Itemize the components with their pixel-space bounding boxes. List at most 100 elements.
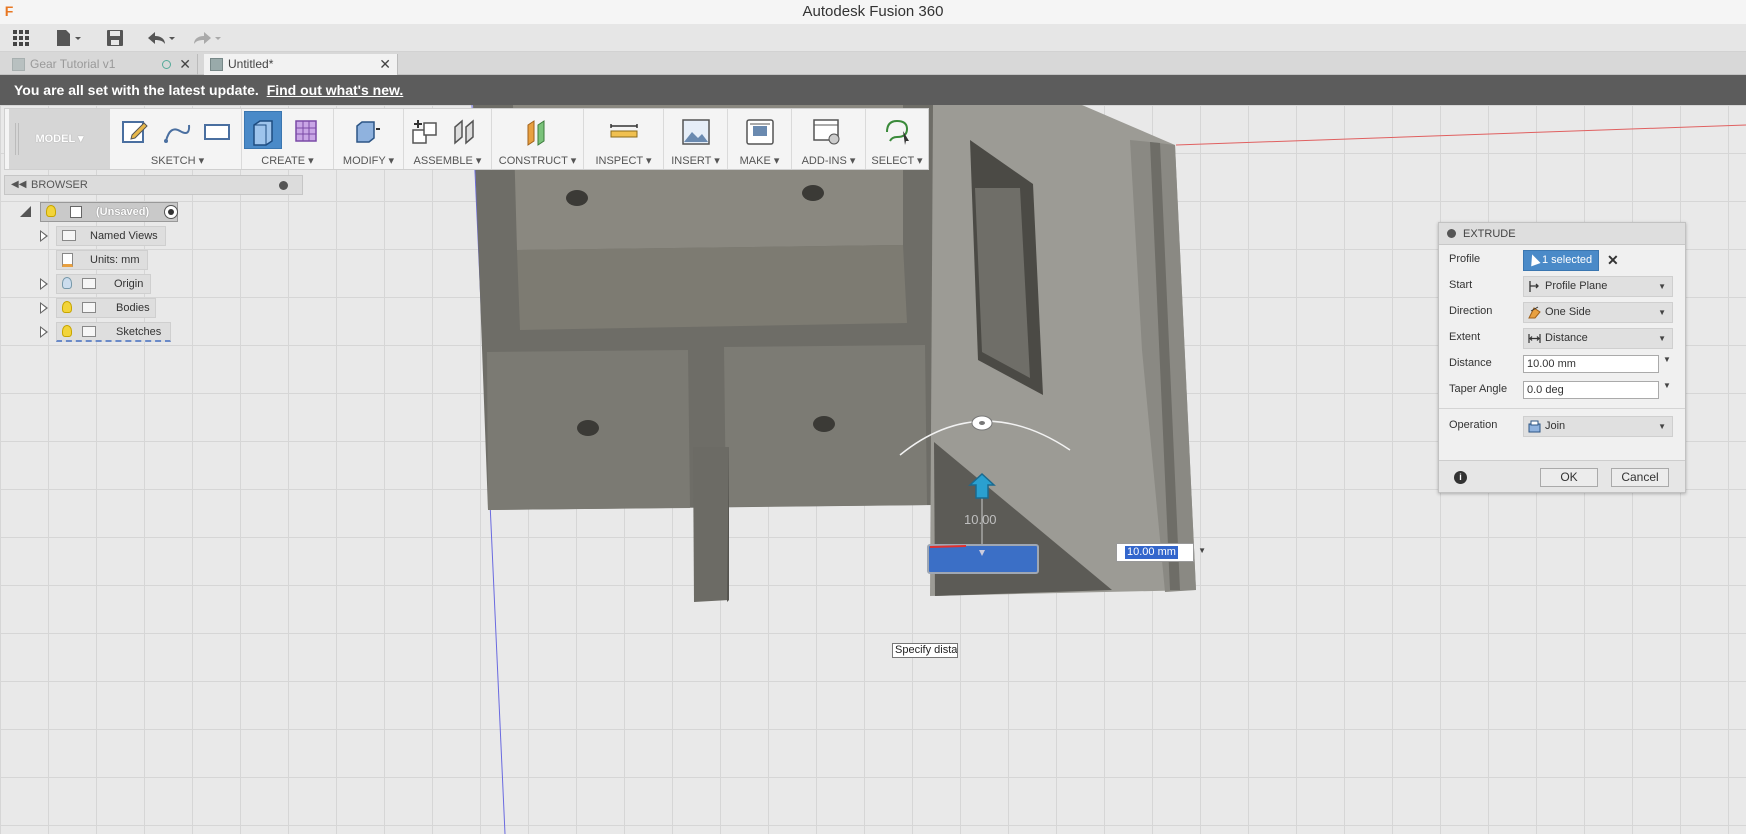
start-select[interactable]: Profile Plane ▼ — [1523, 276, 1673, 297]
select-lasso-icon[interactable] — [882, 117, 912, 147]
tab-gear-tutorial[interactable]: Gear Tutorial v1 ✕ — [6, 54, 198, 75]
extent-value: Distance — [1545, 332, 1588, 344]
component-icon — [70, 206, 82, 218]
scripts-addins-icon[interactable] — [812, 117, 842, 147]
visibility-bulb-icon[interactable] — [46, 205, 56, 217]
browser-node-origin[interactable]: Origin — [38, 274, 153, 294]
folder-icon — [82, 278, 96, 289]
workspace-label: MODEL — [35, 133, 75, 145]
distance-input-value[interactable]: 10.00 mm — [1125, 546, 1178, 559]
whats-new-link[interactable]: Find out what's new. — [267, 82, 404, 98]
clear-selection-icon[interactable]: ✕ — [1607, 252, 1619, 269]
ribbon-group-inspect[interactable]: INSPECT ▾ — [584, 109, 664, 169]
ribbon-group-label[interactable]: INSPECT ▾ — [584, 154, 663, 167]
ribbon-group-label[interactable]: CREATE ▾ — [242, 154, 333, 167]
cursor-arrow-icon — [1527, 252, 1541, 267]
node-label: Sketches — [116, 326, 162, 338]
save-icon[interactable] — [104, 26, 126, 50]
specify-distance-tooltip: Specify distar — [892, 643, 958, 658]
browser-node-named-views[interactable]: Named Views — [38, 226, 168, 246]
ribbon-group-label[interactable]: CONSTRUCT ▾ — [492, 154, 583, 167]
taper-angle-field[interactable]: 0.0 deg — [1523, 381, 1659, 399]
minimize-icon[interactable] — [1447, 229, 1456, 238]
visibility-bulb-icon[interactable] — [62, 301, 72, 313]
measure-icon[interactable] — [609, 117, 639, 147]
browser-root-node[interactable]: (Unsaved) — [18, 202, 193, 222]
one-side-icon — [1528, 306, 1541, 319]
tab-untitled[interactable]: Untitled* ✕ — [204, 54, 398, 75]
banner-text: You are all set with the latest update. — [14, 82, 259, 98]
undo-icon[interactable] — [144, 26, 178, 50]
title-bar: F Autodesk Fusion 360 — [0, 0, 1746, 24]
chevron-down-icon[interactable]: ▼ — [1198, 546, 1206, 555]
ribbon-group-insert[interactable]: INSERT ▾ — [664, 109, 728, 169]
file-menu-icon[interactable] — [54, 26, 84, 50]
chevron-down-icon: ▼ — [1658, 422, 1666, 431]
ribbon-group-make[interactable]: MAKE ▾ — [728, 109, 792, 169]
form-tool-icon[interactable] — [292, 117, 322, 147]
close-tab-icon[interactable]: ✕ — [379, 54, 391, 75]
visibility-bulb-icon[interactable] — [62, 325, 72, 337]
distance-field[interactable]: 10.00 mm — [1523, 355, 1659, 373]
distance-extent-icon — [1528, 334, 1541, 343]
dialog-header[interactable]: EXTRUDE — [1439, 223, 1685, 245]
selected-profile[interactable] — [927, 544, 1039, 574]
info-icon[interactable]: i — [1454, 471, 1467, 484]
browser-node-sketches[interactable]: Sketches — [38, 322, 173, 342]
collapse-triangle-icon[interactable] — [20, 206, 31, 217]
minimize-icon[interactable] — [279, 181, 288, 190]
ribbon-group-label[interactable]: SELECT ▾ — [866, 154, 928, 167]
ribbon-group-label[interactable]: MODIFY ▾ — [334, 154, 403, 167]
joint-icon[interactable] — [450, 117, 480, 147]
redo-icon[interactable] — [190, 26, 224, 50]
extent-select[interactable]: Distance ▼ — [1523, 328, 1673, 349]
browser-node-units[interactable]: Units: mm — [56, 250, 150, 270]
ribbon-group-modify[interactable]: MODIFY ▾ — [334, 109, 404, 169]
rectangle-tool-icon[interactable] — [202, 117, 232, 147]
ribbon-group-add-ins[interactable]: ADD-INS ▾ — [792, 109, 866, 169]
ribbon-group-label[interactable]: ASSEMBLE ▾ — [404, 154, 491, 167]
chevron-down-icon[interactable]: ▼ — [1663, 355, 1671, 364]
ribbon-group-select[interactable]: SELECT ▾ — [866, 109, 928, 169]
press-pull-icon[interactable] — [352, 117, 382, 147]
operation-select[interactable]: Join ▼ — [1523, 416, 1673, 437]
line-tool-icon[interactable] — [162, 117, 192, 147]
ribbon-group-label[interactable]: MAKE ▾ — [728, 154, 791, 167]
3d-print-icon[interactable] — [745, 117, 775, 147]
ribbon-group-label[interactable]: INSERT ▾ — [664, 154, 727, 167]
taper-angle-row: Taper Angle 0.0 deg ▼ — [1439, 378, 1685, 404]
visibility-bulb-icon[interactable] — [62, 277, 72, 289]
chevron-down-icon: ▼ — [1658, 282, 1666, 291]
ribbon-group-create[interactable]: CREATE ▾ — [242, 109, 334, 169]
offset-plane-icon[interactable] — [522, 117, 552, 147]
insert-image-icon[interactable] — [681, 117, 711, 147]
chevron-down-icon[interactable]: ▼ — [1663, 381, 1671, 390]
extrude-icon[interactable] — [248, 117, 278, 147]
create-sketch-icon[interactable] — [120, 117, 150, 147]
cancel-button[interactable]: Cancel — [1611, 468, 1669, 487]
new-component-icon[interactable] — [410, 117, 440, 147]
ribbon-group-assemble[interactable]: ASSEMBLE ▾ — [404, 109, 492, 169]
direction-value: One Side — [1545, 306, 1591, 318]
operation-label: Operation — [1449, 419, 1498, 431]
start-label: Start — [1449, 279, 1473, 291]
close-tab-icon[interactable]: ✕ — [179, 54, 191, 75]
browser-node-bodies[interactable]: Bodies — [38, 298, 158, 318]
ribbon-group-sketch[interactable]: SKETCH ▾ — [114, 109, 242, 169]
activate-component-icon[interactable] — [164, 205, 178, 219]
profile-selection-button[interactable]: 1 selected — [1523, 250, 1599, 271]
direction-select[interactable]: One Side ▼ — [1523, 302, 1673, 323]
x-axis-line — [1175, 124, 1746, 146]
browser-header[interactable]: ◀◀ BROWSER — [4, 175, 303, 195]
data-panel-grid-icon[interactable] — [10, 26, 32, 50]
workspace-switcher[interactable]: MODEL ▾ — [9, 109, 110, 169]
ribbon-group-label[interactable]: ADD-INS ▾ — [792, 154, 865, 167]
ribbon-grip — [15, 123, 19, 155]
collapse-browser-icon[interactable]: ◀◀ — [11, 176, 26, 194]
ribbon-group-construct[interactable]: CONSTRUCT ▾ — [492, 109, 584, 169]
ok-button[interactable]: OK — [1540, 468, 1598, 487]
component-cube-icon — [210, 58, 223, 71]
canvas-distance-input[interactable]: 10.00 mm ▼ — [1116, 543, 1206, 562]
ribbon-group-label[interactable]: SKETCH ▾ — [114, 154, 241, 167]
node-label: Bodies — [116, 302, 150, 314]
